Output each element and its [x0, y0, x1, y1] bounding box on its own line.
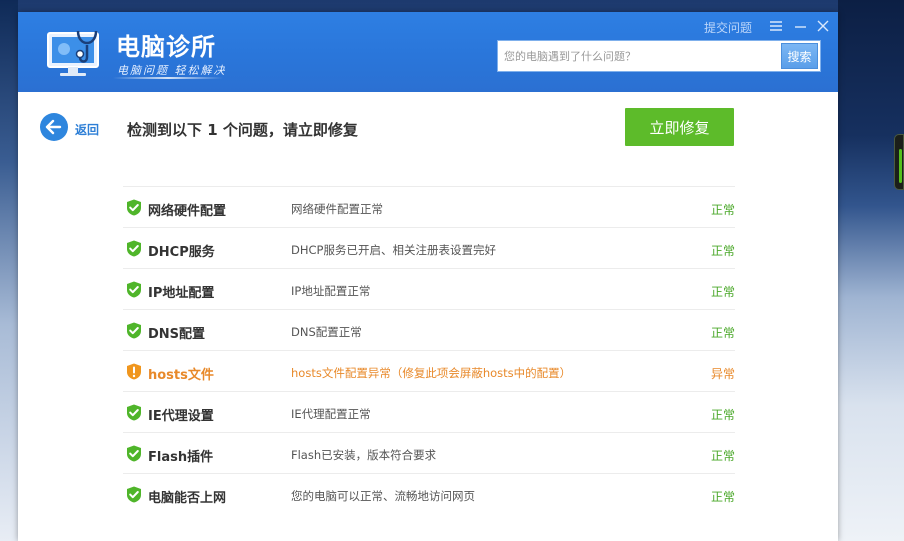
- app-window: 电脑诊所 电脑问题 轻松解决 提交问题 搜索 返回 检测到以下 1 个问题，请立…: [18, 12, 838, 541]
- item-status: 正常: [710, 490, 735, 504]
- check-shield-icon: [127, 199, 141, 216]
- list-item: DNS配置 DNS配置正常 正常: [123, 309, 735, 350]
- item-name: 电脑能否上网: [148, 491, 227, 506]
- desktop-background-left: [0, 0, 18, 541]
- desktop-meter-widget[interactable]: [894, 134, 904, 190]
- item-status: 正常: [710, 408, 735, 422]
- search-input[interactable]: [504, 48, 754, 64]
- list-item: IE代理设置 IE代理配置正常 正常: [123, 391, 735, 432]
- check-shield-icon: [127, 445, 141, 462]
- check-shield-icon: [127, 486, 141, 503]
- app-title: 电脑诊所: [116, 33, 216, 61]
- item-description: hosts文件配置异常（修复此项会屏蔽hosts中的配置）: [291, 366, 572, 380]
- result-headline: 检测到以下 1 个问题，请立即修复: [127, 121, 358, 139]
- list-item: 网络硬件配置 网络硬件配置正常 正常: [123, 186, 735, 227]
- list-item: hosts文件 hosts文件配置异常（修复此项会屏蔽hosts中的配置） 异常: [123, 350, 735, 391]
- check-shield-icon: [127, 240, 141, 257]
- item-name: 网络硬件配置: [148, 204, 227, 219]
- list-item: IP地址配置 IP地址配置正常 正常: [123, 268, 735, 309]
- search-button[interactable]: 搜索: [781, 43, 818, 69]
- item-name: IP地址配置: [148, 286, 215, 301]
- slogan-underline: [113, 77, 223, 79]
- item-description: 网络硬件配置正常: [291, 202, 383, 216]
- item-description: Flash已安装，版本符合要求: [291, 448, 437, 462]
- back-link[interactable]: 返回: [75, 121, 99, 138]
- monitor-stethoscope-icon: [47, 30, 99, 76]
- item-name: DNS配置: [148, 327, 206, 342]
- item-name: hosts文件: [148, 368, 214, 383]
- item-status: 正常: [710, 203, 735, 217]
- arrow-left-icon: [45, 119, 62, 135]
- item-name: Flash插件: [148, 450, 214, 465]
- item-status: 正常: [710, 449, 735, 463]
- item-name: DHCP服务: [148, 245, 215, 260]
- check-list: 网络硬件配置 网络硬件配置正常 正常 DHCP服务 DHCP服务已开启、相关注册表设置完…: [123, 186, 735, 514]
- check-shield-icon: [127, 281, 141, 298]
- item-status: 正常: [710, 326, 735, 340]
- submit-feedback-link[interactable]: 提交问题: [704, 19, 752, 36]
- item-description: DHCP服务已开启、相关注册表设置完好: [291, 243, 496, 257]
- check-shield-icon: [127, 322, 141, 339]
- item-status: 正常: [710, 244, 735, 258]
- item-description: DNS配置正常: [291, 325, 362, 339]
- close-icon[interactable]: [815, 18, 831, 34]
- list-item: 电脑能否上网 您的电脑可以正常、流畅地访问网页 正常: [123, 473, 735, 514]
- warning-shield-icon: [127, 363, 141, 380]
- search-box: 搜索: [497, 40, 821, 72]
- item-description: IE代理配置正常: [291, 407, 371, 421]
- item-name: IE代理设置: [148, 409, 214, 424]
- title-bar: 电脑诊所 电脑问题 轻松解决 提交问题 搜索: [18, 12, 838, 92]
- minimize-icon[interactable]: [793, 18, 809, 34]
- list-item: DHCP服务 DHCP服务已开启、相关注册表设置完好 正常: [123, 227, 735, 268]
- item-description: IP地址配置正常: [291, 284, 371, 298]
- desktop-background-right: [838, 0, 904, 541]
- item-status: 异常: [710, 367, 735, 381]
- back-button[interactable]: [40, 113, 68, 141]
- item-description: 您的电脑可以正常、流畅地访问网页: [291, 489, 475, 503]
- list-item: Flash插件 Flash已安装，版本符合要求 正常: [123, 432, 735, 473]
- fix-now-button[interactable]: 立即修复: [625, 108, 734, 146]
- app-slogan: 电脑问题 轻松解决: [117, 64, 227, 77]
- item-status: 正常: [710, 285, 735, 299]
- menu-icon[interactable]: [768, 18, 784, 34]
- check-shield-icon: [127, 404, 141, 421]
